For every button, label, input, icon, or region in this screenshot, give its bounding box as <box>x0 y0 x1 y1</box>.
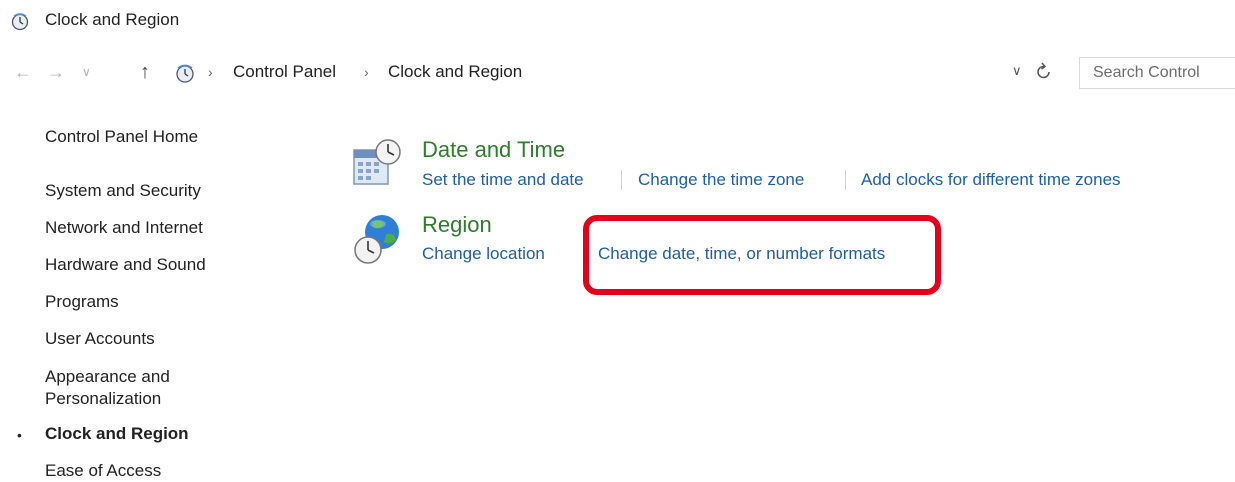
sidebar-item-network-and-internet[interactable]: Network and Internet <box>45 217 203 239</box>
up-arrow-icon[interactable]: ↑ <box>140 60 150 84</box>
region-globe-icon[interactable] <box>350 212 404 266</box>
breadcrumb-separator: › <box>208 64 213 80</box>
refresh-icon[interactable] <box>1034 60 1054 82</box>
category-title-date-and-time[interactable]: Date and Time <box>422 137 565 163</box>
search-placeholder: Search Control <box>1093 64 1200 81</box>
breadcrumb-separator: › <box>364 64 369 80</box>
sidebar-item-appearance-and-personalization[interactable]: Appearance and Personalization <box>45 366 225 410</box>
category-title-region[interactable]: Region <box>422 212 492 238</box>
link-change-time-zone[interactable]: Change the time zone <box>638 170 804 190</box>
sidebar-item-system-and-security[interactable]: System and Security <box>45 180 201 202</box>
link-change-location[interactable]: Change location <box>422 244 545 264</box>
recent-dropdown-icon[interactable]: ∨ <box>82 60 91 84</box>
window-title: Clock and Region <box>45 10 180 29</box>
breadcrumb-clock-and-region[interactable]: Clock and Region <box>388 62 522 82</box>
sidebar-item-clock-and-region[interactable]: Clock and Region <box>45 423 189 445</box>
sidebar-item-programs[interactable]: Programs <box>45 291 119 313</box>
link-set-time-and-date[interactable]: Set the time and date <box>422 170 584 190</box>
link-divider <box>621 170 622 190</box>
forward-arrow-icon[interactable]: → <box>47 60 65 84</box>
sidebar-item-ease-of-access[interactable]: Ease of Access <box>45 460 161 482</box>
sidebar-item-user-accounts[interactable]: User Accounts <box>45 328 155 350</box>
link-divider <box>845 170 846 190</box>
date-and-time-icon[interactable] <box>350 136 404 190</box>
sidebar-item-hardware-and-sound[interactable]: Hardware and Sound <box>45 254 206 276</box>
active-bullet: • <box>17 427 22 443</box>
annotation-highlight-box <box>583 215 941 295</box>
control-panel-location-icon <box>176 64 194 83</box>
link-add-clocks[interactable]: Add clocks for different time zones <box>861 170 1121 190</box>
search-input[interactable]: Search Control <box>1079 57 1235 89</box>
breadcrumb-control-panel[interactable]: Control Panel <box>233 62 336 82</box>
address-dropdown-icon[interactable]: ∨ <box>1012 63 1022 79</box>
sidebar-item-control-panel-home[interactable]: Control Panel Home <box>45 126 198 148</box>
clock-and-region-icon <box>11 13 29 31</box>
back-arrow-icon[interactable]: ← <box>14 60 32 84</box>
